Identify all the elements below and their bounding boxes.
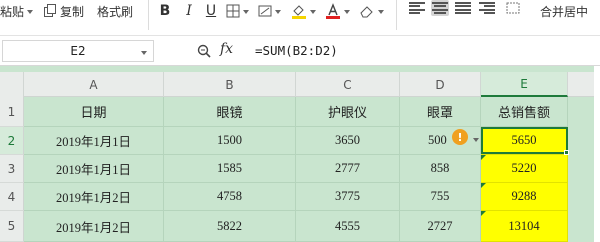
chevron-down-icon: [27, 10, 34, 14]
chevron-down-icon: [377, 10, 384, 14]
paste-label: 粘贴: [0, 4, 25, 19]
copy-button[interactable]: 复制: [43, 0, 84, 22]
ribbon-divider: [396, 0, 397, 30]
fill-color-button[interactable]: [290, 0, 316, 22]
italic-button[interactable]: I: [180, 0, 198, 22]
paste-button[interactable]: 粘贴: [0, 0, 34, 22]
merge-button[interactable]: [504, 0, 522, 19]
select-all-corner[interactable]: [0, 72, 24, 97]
error-indicator-icon: [481, 155, 486, 160]
column-header-row: A B C D E: [0, 72, 600, 97]
table-cell[interactable]: 2019年1月1日: [24, 155, 164, 183]
cell-style-button[interactable]: [256, 0, 282, 22]
merge-center-button[interactable]: 合并居中: [540, 0, 588, 22]
table-cell[interactable]: 3775: [296, 183, 400, 211]
fill-color-icon: [291, 5, 306, 19]
fx-icon[interactable]: fx: [220, 41, 233, 57]
table-cell[interactable]: 4555: [296, 211, 400, 242]
table-cell[interactable]: 3650: [296, 127, 400, 155]
table-cell[interactable]: 2777: [296, 155, 400, 183]
ribbon-divider: [148, 0, 149, 30]
clear-icon: [359, 6, 373, 18]
chevron-down-icon: [309, 10, 316, 14]
chevron-down-icon: [274, 10, 281, 14]
table-cell[interactable]: 858: [400, 155, 481, 183]
distribute-button[interactable]: [478, 0, 496, 16]
format-painter-label: 格式刷: [97, 4, 134, 19]
chevron-down-icon[interactable]: [473, 138, 479, 142]
fill-handle[interactable]: [564, 150, 569, 155]
cell-style-icon: [258, 5, 271, 17]
table-cell[interactable]: 1500: [164, 127, 296, 155]
zoom-icon[interactable]: [197, 44, 211, 58]
align-icon: [479, 2, 495, 4]
align-icon: [409, 2, 425, 4]
error-indicator-icon: [481, 211, 486, 216]
table-cell-selected[interactable]: 5650: [481, 127, 568, 155]
bold-button[interactable]: B: [156, 0, 174, 22]
formula-input[interactable]: =SUM(B2:D2): [255, 43, 338, 58]
table-cell[interactable]: 500: [400, 127, 481, 155]
align-middle-button[interactable]: [431, 0, 449, 16]
copy-icon: [44, 4, 56, 17]
column-header-a[interactable]: A: [24, 72, 164, 97]
vertical-scrollbar[interactable]: [594, 66, 600, 242]
row-header-2[interactable]: 2: [0, 127, 24, 155]
merge-center-label: 合并居中: [540, 4, 589, 19]
error-indicator-icon: [481, 183, 486, 188]
align-icon: [455, 2, 471, 4]
table-cell[interactable]: 2019年1月2日: [24, 183, 164, 211]
name-box-value: E2: [70, 44, 86, 58]
header-cell-eye-mask[interactable]: 眼罩: [400, 97, 481, 127]
header-cell-total-sales[interactable]: 总销售额: [481, 97, 568, 127]
table-cell[interactable]: 2019年1月2日: [24, 211, 164, 242]
table-cell[interactable]: 9288: [481, 183, 568, 211]
chevron-down-icon: [343, 10, 350, 14]
row-header-4[interactable]: 4: [0, 183, 24, 211]
table-cell[interactable]: 2727: [400, 211, 481, 242]
chevron-down-icon: [242, 10, 249, 14]
header-cell-eye-massager[interactable]: 护眼仪: [296, 97, 400, 127]
column-header-b[interactable]: B: [164, 72, 296, 97]
header-cell-date[interactable]: 日期: [24, 97, 164, 127]
align-icon: [432, 2, 448, 4]
copy-label: 复制: [60, 4, 85, 19]
header-cell-glasses[interactable]: 眼镜: [164, 97, 296, 127]
table-cell[interactable]: 5220: [481, 155, 568, 183]
table-cell[interactable]: 2019年1月1日: [24, 127, 164, 155]
ribbon-toolbar: 粘贴 复制 格式刷 B I U 合并居中: [0, 0, 600, 36]
column-header-d[interactable]: D: [400, 72, 481, 97]
align-bottom-button[interactable]: [454, 0, 472, 16]
row-header-1[interactable]: 1: [0, 97, 24, 127]
underline-button[interactable]: U: [202, 0, 220, 22]
border-icon: [226, 4, 239, 18]
table-cell[interactable]: 13104: [481, 211, 568, 242]
underline-icon: U: [205, 3, 217, 19]
font-color-icon: [325, 3, 340, 19]
chevron-down-icon[interactable]: [141, 51, 147, 55]
clear-button[interactable]: [358, 0, 384, 22]
warning-icon[interactable]: !: [452, 129, 468, 145]
bold-icon: B: [159, 3, 171, 19]
font-color-button[interactable]: [324, 0, 350, 22]
border-button[interactable]: [224, 0, 250, 22]
formula-bar: E2 fx =SUM(B2:D2): [0, 36, 600, 66]
format-painter-button[interactable]: 格式刷: [97, 0, 133, 22]
row-header-3[interactable]: 3: [0, 155, 24, 183]
row-header-5[interactable]: 5: [0, 211, 24, 242]
table-cell[interactable]: 1585: [164, 155, 296, 183]
spreadsheet-grid[interactable]: A B C D E 1 2 3 4 5 日期 眼镜 护眼仪 眼罩 总销售额 20…: [0, 66, 600, 242]
italic-icon: I: [186, 3, 192, 19]
table-cell[interactable]: 5822: [164, 211, 296, 242]
align-top-button[interactable]: [408, 0, 426, 16]
column-header-c[interactable]: C: [296, 72, 400, 97]
column-header-e[interactable]: E: [481, 72, 568, 97]
table-cell[interactable]: 4758: [164, 183, 296, 211]
name-box[interactable]: E2: [2, 40, 154, 62]
table-cell[interactable]: 755: [400, 183, 481, 211]
merge-icon: [506, 2, 520, 14]
